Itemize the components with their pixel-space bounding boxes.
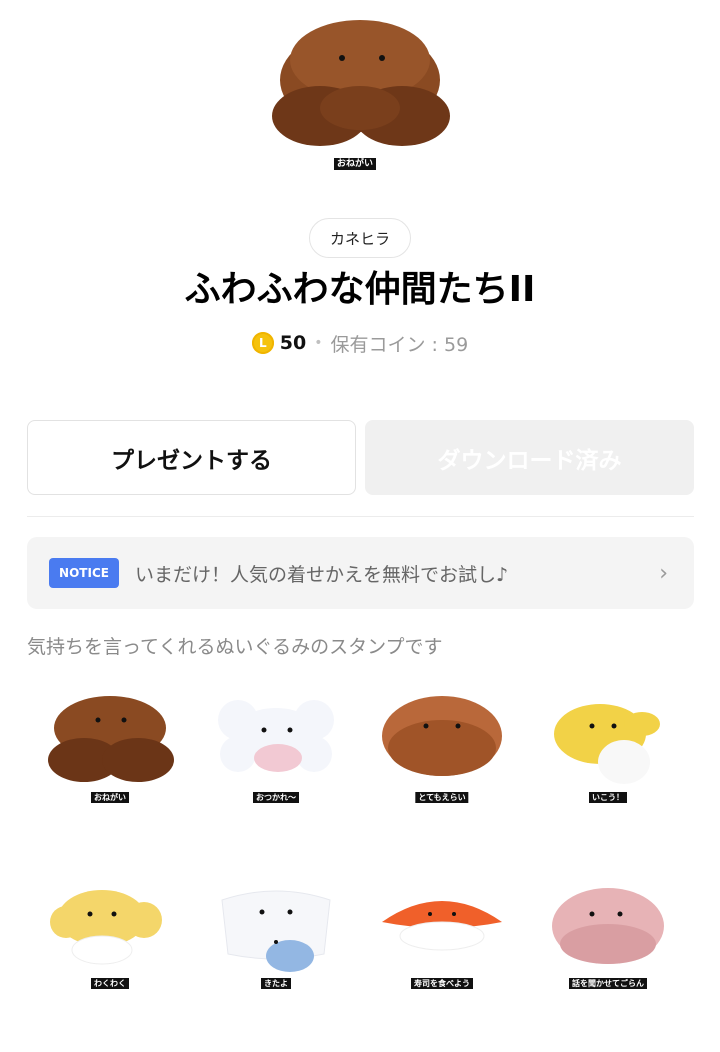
sticker-item[interactable]: 話を聞かせてごらん [525,866,691,1052]
sticker-caption: きたよ [261,978,291,989]
sticker-caption: おねがい [91,792,129,803]
page-title: ふわふわな仲間たちII [184,269,536,310]
sticker-item[interactable]: いこう！ [525,680,691,866]
sticker-main-image: おねがい [260,8,460,180]
sticker-caption: とてもえらい [415,792,469,803]
coin-icon: L [251,332,274,354]
owned-coins: 保有コイン : 59 [330,333,469,356]
sticker-item[interactable]: 寿司を食べよう [359,866,525,1052]
sticker-grid: おねがい おつかれ〜 とてもえらい いこう！ わくわく きたよ 寿司を食べよう … [27,680,694,1052]
download-button[interactable]: ダウンロード済み [365,420,694,495]
author-link[interactable]: カネヒラ [309,218,411,258]
sticker-item[interactable]: きたよ [193,866,359,1052]
notice-badge: NOTICE [49,558,119,588]
sticker-item[interactable]: とてもえらい [359,680,525,866]
notice-banner[interactable]: NOTICE いまだけ！人気の着せかえを無料でお試し♪ › [27,537,694,609]
notice-text: いまだけ！人気の着せかえを無料でお試し♪ [135,563,509,586]
description: 気持ちを言ってくれるぬいぐるみのスタンプです [27,636,443,658]
divider [27,516,694,517]
chevron-right-icon: › [659,560,668,586]
sticker-caption: おつかれ〜 [253,792,299,803]
sticker-item[interactable]: おねがい [27,680,193,866]
sticker-item[interactable]: おつかれ〜 [193,680,359,866]
hero-caption: おねがい [334,158,377,170]
price-row: L 50 • 保有コイン : 59 [0,328,720,358]
sticker-caption: いこう！ [589,792,627,803]
separator-dot: • [314,335,323,351]
gift-button[interactable]: プレゼントする [27,420,356,495]
sticker-caption: わくわく [91,978,129,989]
sticker-item[interactable]: わくわく [27,866,193,1052]
sticker-caption: 寿司を食べよう [411,978,473,989]
sticker-caption: 話を聞かせてごらん [569,978,647,989]
price-amount: 50 [279,332,307,354]
